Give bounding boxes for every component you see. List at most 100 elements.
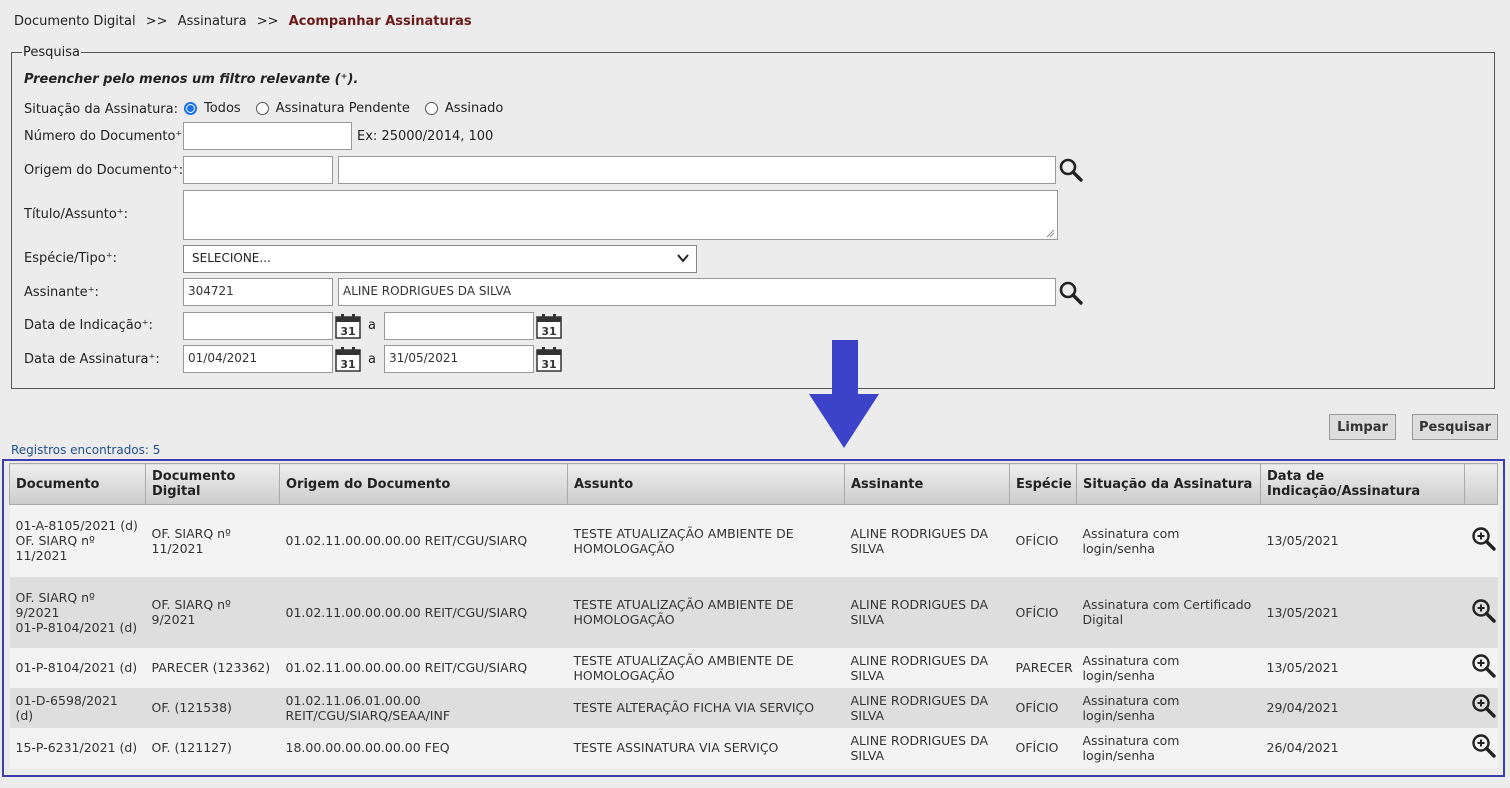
clear-button[interactable]: Limpar <box>1329 414 1396 440</box>
zoom-in-icon[interactable] <box>1471 598 1497 624</box>
cell-especie: OFÍCIO <box>1009 576 1077 648</box>
col-header-assinante[interactable]: Assinante <box>844 463 1010 505</box>
calendar-day: 31 <box>541 325 556 338</box>
cell-especie: PARECER <box>1009 647 1077 688</box>
radio-assinatura-pendente-label[interactable]: Assinatura Pendente <box>276 101 410 116</box>
cell-documento-digital: OF. SIARQ nº 11/2021 <box>145 504 280 577</box>
breadcrumb: Documento Digital >> Assinatura >> Acomp… <box>14 14 472 29</box>
data-indicacao-label: Data de Indicação⁺: <box>24 318 153 333</box>
cell-actions <box>1464 687 1498 728</box>
resize-handle-icon[interactable] <box>1046 229 1055 238</box>
cell-actions <box>1464 727 1498 768</box>
numero-documento-example: Ex: 25000/2014, 100 <box>357 129 494 144</box>
breadcrumb-separator: >> <box>145 14 168 29</box>
cell-situacao: Assinatura com login/senha <box>1076 687 1261 728</box>
breadcrumb-item-documento-digital[interactable]: Documento Digital <box>14 14 136 29</box>
table-row[interactable]: 01-P-8104/2021 (d) PARECER (123362) 01.0… <box>9 647 1498 688</box>
col-header-assunto[interactable]: Assunto <box>567 463 845 505</box>
cell-documento-digital: OF. SIARQ nº 9/2021 <box>145 576 280 648</box>
zoom-in-icon[interactable] <box>1471 733 1497 759</box>
cell-documento: 15-P-6231/2021 (d) <box>9 727 146 768</box>
cell-documento: 01-P-8104/2021 (d) <box>9 647 146 688</box>
cell-assunto: TESTE ATUALIZAÇÃO AMBIENTE DE HOMOLOGAÇÃ… <box>567 647 845 688</box>
titulo-assunto-textarea[interactable] <box>183 190 1058 240</box>
cell-assunto: TESTE ALTERAÇÃO FICHA VIA SERVIÇO <box>567 687 845 728</box>
table-row[interactable]: 15-P-6231/2021 (d) OF. (121127) 18.00.00… <box>9 727 1498 768</box>
calendar-day: 31 <box>340 358 355 371</box>
calendar-day: 31 <box>340 325 355 338</box>
search-assinante-icon[interactable] <box>1058 280 1084 306</box>
cell-documento: 01-D-6598/2021 (d) <box>9 687 146 728</box>
col-header-origem[interactable]: Origem do Documento <box>279 463 568 505</box>
cell-documento-digital: OF. (121127) <box>145 727 280 768</box>
calendar-icon[interactable]: 31 <box>335 313 361 339</box>
zoom-in-icon[interactable] <box>1471 653 1497 679</box>
cell-data: 13/05/2021 <box>1260 504 1465 577</box>
assinante-code-input[interactable]: 304721 <box>183 278 333 306</box>
table-row[interactable]: 01-D-6598/2021 (d) OF. (121538) 01.02.11… <box>9 687 1498 728</box>
results-table: Documento Documento Digital Origem do Do… <box>9 463 1498 768</box>
data-indicacao-from-input[interactable] <box>183 312 333 340</box>
zoom-in-icon[interactable] <box>1471 693 1497 719</box>
cell-assinante: ALINE RODRIGUES DA SILVA <box>844 687 1010 728</box>
numero-documento-input[interactable] <box>183 122 352 150</box>
radio-todos[interactable] <box>184 102 197 115</box>
especie-tipo-selected: SELECIONE... <box>192 251 271 265</box>
cell-assinante: ALINE RODRIGUES DA SILVA <box>844 504 1010 577</box>
col-header-documento[interactable]: Documento <box>9 463 146 505</box>
origem-description-input[interactable] <box>338 156 1056 184</box>
assinante-label: Assinante⁺: <box>24 285 99 300</box>
especie-tipo-select[interactable]: SELECIONE... <box>183 245 697 273</box>
table-header-row: Documento Documento Digital Origem do Do… <box>9 463 1498 505</box>
cell-documento-digital: OF. (121538) <box>145 687 280 728</box>
radio-todos-label[interactable]: Todos <box>204 101 241 116</box>
col-header-especie[interactable]: Espécie <box>1009 463 1077 505</box>
calendar-day: 31 <box>541 358 556 371</box>
radio-assinado[interactable] <box>424 102 438 115</box>
radio-assinatura-pendente[interactable] <box>255 102 269 115</box>
calendar-icon[interactable]: 31 <box>536 346 562 372</box>
data-assinatura-from-input[interactable]: 01/04/2021 <box>183 345 333 373</box>
breadcrumb-separator: >> <box>256 14 279 29</box>
data-assinatura-label: Data de Assinatura⁺: <box>24 352 160 367</box>
cell-especie: OFÍCIO <box>1009 504 1077 577</box>
search-legend: Pesquisa <box>23 45 80 60</box>
cell-situacao: Assinatura com login/senha <box>1076 727 1261 768</box>
cell-data: 13/05/2021 <box>1260 647 1465 688</box>
cell-assinante: ALINE RODRIGUES DA SILVA <box>844 727 1010 768</box>
assinante-name-input[interactable]: ALINE RODRIGUES DA SILVA <box>338 278 1056 306</box>
numero-documento-label: Número do Documento⁺: <box>24 129 187 144</box>
col-header-documento-digital[interactable]: Documento Digital <box>145 463 280 505</box>
origem-code-input[interactable] <box>183 156 333 184</box>
col-header-data[interactable]: Data de Indicação/Assinatura <box>1260 463 1465 505</box>
cell-especie: OFÍCIO <box>1009 687 1077 728</box>
cell-assunto: TESTE ASSINATURA VIA SERVIÇO <box>567 727 845 768</box>
table-row[interactable]: 01-A-8105/2021 (d) OF. SIARQ nº 11/2021 … <box>9 504 1498 577</box>
data-indicacao-to-input[interactable] <box>384 312 534 340</box>
cell-data: 29/04/2021 <box>1260 687 1465 728</box>
breadcrumb-item-assinatura[interactable]: Assinatura <box>178 14 247 29</box>
cell-origem: 01.02.11.00.00.00.00 REIT/CGU/SIARQ <box>279 576 568 648</box>
cell-data: 26/04/2021 <box>1260 727 1465 768</box>
range-separator: a <box>368 318 376 333</box>
cell-documento: OF. SIARQ nº 9/2021 01-P-8104/2021 (d) <box>9 576 146 648</box>
cell-actions <box>1464 647 1498 688</box>
cell-actions <box>1464 576 1498 648</box>
table-row[interactable]: OF. SIARQ nº 9/2021 01-P-8104/2021 (d) O… <box>9 576 1498 648</box>
search-button[interactable]: Pesquisar <box>1412 414 1498 440</box>
col-header-situacao[interactable]: Situação da Assinatura <box>1076 463 1261 505</box>
range-separator: a <box>368 352 376 367</box>
radio-assinado-label[interactable]: Assinado <box>445 101 503 116</box>
col-header-actions <box>1464 463 1498 505</box>
data-assinatura-to-input[interactable]: 31/05/2021 <box>384 345 534 373</box>
cell-documento: 01-A-8105/2021 (d) OF. SIARQ nº 11/2021 <box>9 504 146 577</box>
zoom-in-icon[interactable] <box>1471 526 1497 552</box>
arrow-down-icon <box>809 340 879 448</box>
search-origem-icon[interactable] <box>1058 157 1084 183</box>
calendar-icon[interactable]: 31 <box>536 313 562 339</box>
cell-situacao: Assinatura com login/senha <box>1076 504 1261 577</box>
calendar-icon[interactable]: 31 <box>335 346 361 372</box>
cell-data: 13/05/2021 <box>1260 576 1465 648</box>
cell-assunto: TESTE ATUALIZAÇÃO AMBIENTE DE HOMOLOGAÇÃ… <box>567 504 845 577</box>
results-count: Registros encontrados: 5 <box>11 443 161 457</box>
